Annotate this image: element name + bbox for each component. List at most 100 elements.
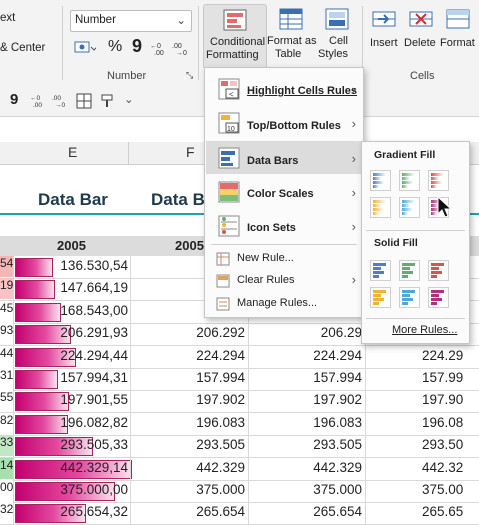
cell-h[interactable]: 265.65 (422, 504, 463, 519)
cell-g[interactable]: 157.994 (313, 370, 362, 385)
merge-center-fragment[interactable]: & Center (0, 42, 45, 54)
cell-d[interactable]: 19 (0, 278, 13, 300)
cell-d[interactable]: 55 (0, 390, 13, 412)
color-scales-item[interactable]: Color Scales › (206, 175, 362, 208)
gradient-fill-option[interactable] (428, 170, 449, 191)
clear-rules-item[interactable]: Clear Rules › (206, 270, 362, 292)
cell-styles-button[interactable]: Cell Styles (316, 4, 358, 67)
cell-g[interactable]: 265.654 (313, 504, 362, 519)
cell-e[interactable]: 147.664,19 (60, 280, 128, 295)
cell-d[interactable]: 54 (0, 256, 13, 277)
gradient-fill-option[interactable] (399, 170, 420, 191)
cell-f[interactable]: 196.083 (196, 415, 245, 430)
top-bottom-rules-item[interactable]: 10 Top/Bottom Rules › (206, 106, 362, 139)
cell-e[interactable]: 196.082,82 (60, 415, 128, 430)
gradient-fill-option[interactable] (370, 170, 391, 191)
increase-decimal-icon[interactable]: ←0.00 (150, 40, 168, 57)
gradient-fill-option[interactable] (399, 197, 420, 218)
cell-h[interactable]: 375.00 (422, 482, 463, 497)
cell-h[interactable]: 293.50 (422, 437, 463, 452)
cell-d[interactable]: 14 (0, 457, 13, 479)
alignment-fragment-top[interactable]: ext (0, 12, 15, 24)
data-bars-item[interactable]: Data Bars › (206, 141, 362, 174)
cell-g[interactable]: 293.505 (313, 437, 362, 452)
conditional-formatting-icon (223, 9, 247, 31)
gradient-fill-option[interactable] (370, 197, 391, 218)
cell-g[interactable]: 196.083 (313, 415, 362, 430)
solid-fill-option[interactable] (370, 260, 391, 281)
dialog-launcher-icon[interactable]: ⤡ (186, 70, 193, 81)
cell-e[interactable]: 197.901,55 (60, 392, 128, 407)
cell-d[interactable]: 45 (0, 300, 13, 322)
cell-styles-label: Cell (329, 35, 348, 47)
cell-f[interactable]: 293.505 (196, 437, 245, 452)
cell-f[interactable]: 206.292 (196, 325, 245, 340)
accounting-format-icon[interactable] (74, 40, 98, 56)
manage-rules-item[interactable]: Manage Rules... (206, 293, 362, 315)
cell-f[interactable]: 265.654 (196, 504, 245, 519)
comma-style-button[interactable]: 9 (10, 91, 18, 108)
solid-fill-option[interactable] (399, 260, 420, 281)
column-header-f[interactable]: F (186, 144, 195, 160)
cell-g[interactable]: 442.329 (313, 460, 362, 475)
solid-fill-option[interactable] (428, 287, 449, 308)
cell-f[interactable]: 224.294 (196, 348, 245, 363)
cell-g[interactable]: 206.29 (321, 325, 362, 340)
cell-g[interactable]: 197.902 (313, 392, 362, 407)
conditional-formatting-button[interactable]: Conditional Formatting (203, 4, 267, 69)
cell-d[interactable]: 33 (0, 435, 13, 457)
cell-e[interactable]: 168.543,00 (60, 303, 128, 318)
cell-h[interactable]: 197.90 (422, 392, 463, 407)
cell-d[interactable]: 32 (0, 502, 13, 524)
highlight-cells-rules-item[interactable]: < Highlight Cells Rules › (206, 72, 362, 105)
cell-e[interactable]: 293.505,33 (60, 437, 128, 452)
comma-style-button[interactable]: 9 (132, 36, 142, 57)
cell-g[interactable]: 375.000 (313, 482, 362, 497)
solid-fill-option[interactable] (370, 287, 391, 308)
cell-h[interactable]: 442.32 (422, 460, 463, 475)
cell-h[interactable]: 224.29 (422, 348, 463, 363)
decrease-decimal-icon[interactable]: .00 →0 (172, 40, 190, 57)
format-as-table-button[interactable]: Format as Table (267, 4, 317, 67)
increase-decimal-icon[interactable]: ←0.00 (30, 93, 46, 109)
format-painter-icon[interactable] (100, 93, 116, 109)
cell-d[interactable]: 44 (0, 345, 13, 367)
format-cells-button[interactable]: Format (440, 4, 479, 60)
cell-f[interactable]: 197.902 (196, 392, 245, 407)
cell-e[interactable]: 375.000,00 (60, 482, 128, 497)
column-header-e[interactable]: E (68, 144, 77, 160)
table-row: 55 197.901,55 197.902 197.902 197.90 (0, 390, 479, 414)
borders-icon[interactable] (76, 93, 92, 109)
cell-e[interactable]: 157.994,31 (60, 370, 128, 385)
cell-h[interactable]: 157.99 (422, 370, 463, 385)
icon-sets-item[interactable]: Icon Sets › (206, 209, 362, 242)
cell-g[interactable]: 224.294 (313, 348, 362, 363)
cell-f[interactable]: 442.329 (196, 460, 245, 475)
svg-text:→0: →0 (176, 50, 187, 56)
cell-d[interactable]: 82 (0, 412, 13, 434)
cell-e[interactable]: 265.654,32 (60, 504, 128, 519)
cell-f[interactable]: 375.000 (196, 482, 245, 497)
percent-style-button[interactable]: % (108, 38, 122, 56)
more-rules-item[interactable]: More Rules... (392, 324, 457, 336)
cell-d[interactable]: 00 (0, 480, 13, 501)
new-rule-item[interactable]: New Rule... (206, 248, 362, 270)
cell-e[interactable]: 224.294,44 (60, 348, 128, 363)
svg-text:.00: .00 (52, 95, 61, 102)
decrease-decimal-icon[interactable]: .00 →0 (52, 93, 68, 109)
number-format-dropdown[interactable]: Number ⌄ (70, 10, 192, 32)
submenu-arrow-icon: › (351, 185, 356, 200)
customize-toolbar-icon[interactable]: ⌄ (124, 92, 134, 106)
cell-h[interactable]: 196.08 (422, 415, 463, 430)
solid-fill-option[interactable] (428, 260, 449, 281)
cell-d[interactable]: 93 (0, 323, 13, 345)
cell-f[interactable]: 157.994 (196, 370, 245, 385)
insert-cells-button[interactable]: Insert (366, 4, 402, 60)
cell-d[interactable]: 31 (0, 368, 13, 389)
cell-e[interactable]: 136.530,54 (60, 258, 128, 273)
cell-e[interactable]: 206.291,93 (60, 325, 128, 340)
solid-fill-option[interactable] (399, 287, 420, 308)
bar-sample (431, 275, 437, 278)
cell-e[interactable]: 442.329,14 (60, 460, 128, 475)
delete-cells-button[interactable]: Delete (403, 4, 439, 60)
